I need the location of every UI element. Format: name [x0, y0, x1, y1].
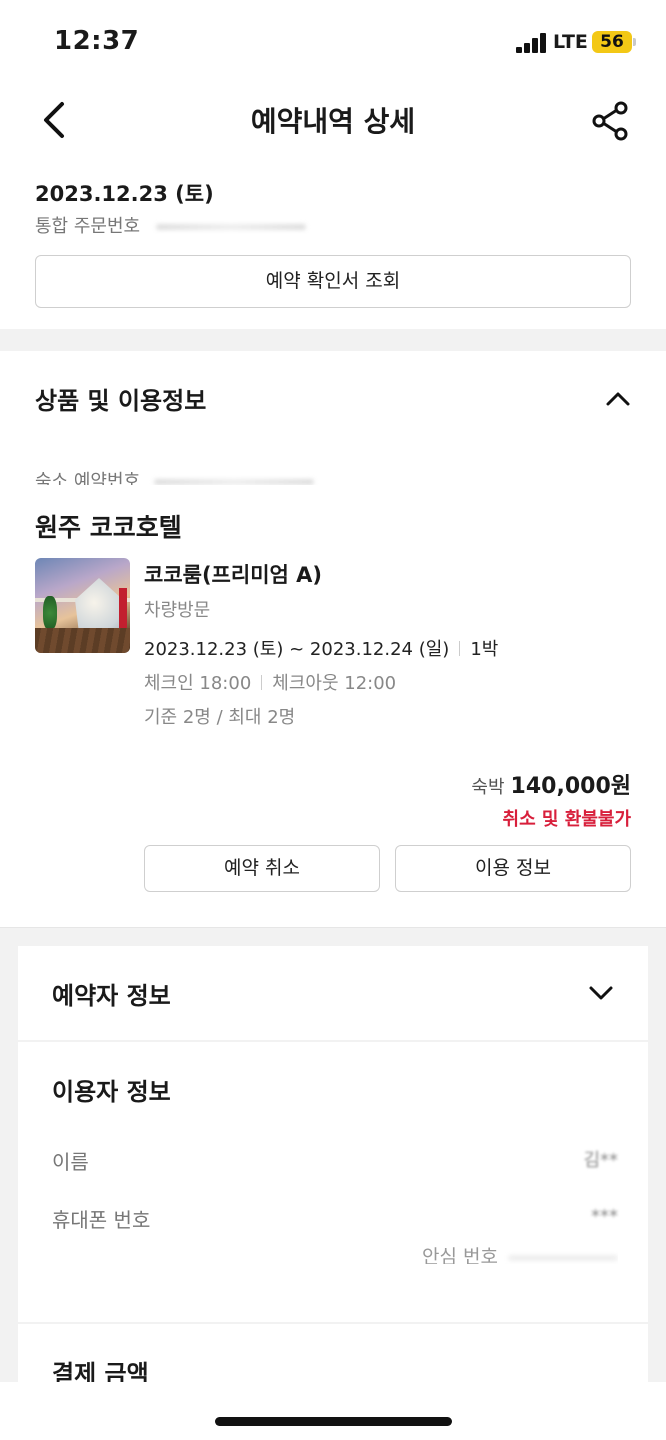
safe-number-label: 안심 번호 [422, 1246, 498, 1264]
status-bar: 12:37 LTE 56 [0, 0, 666, 86]
date-range: 2023.12.23 (토) ~ 2023.12.24 (일) [144, 639, 450, 660]
redacted-text [154, 479, 315, 485]
status-time: 12:37 [54, 26, 140, 56]
reserver-info-card[interactable]: 예약자 정보 [18, 946, 648, 1040]
separator [261, 675, 263, 690]
price-row: 숙박 140,000원 [471, 768, 631, 800]
battery-cap [633, 38, 636, 46]
room-name: 코코룸(프리미엄 A) [144, 563, 322, 587]
visit-type: 차량방문 [144, 600, 211, 621]
booking-date: 2023.12.23 (토) [35, 182, 214, 206]
back-button[interactable] [36, 100, 76, 140]
page-title: 예약내역 상세 [250, 105, 416, 138]
booking-id: 통합 주문번호 [35, 212, 315, 234]
name-label: 이름 [52, 1150, 89, 1174]
refund-policy: 취소 및 환불불가 [502, 809, 631, 830]
signal-icon [516, 33, 548, 53]
usage-info-button[interactable]: 이용 정보 [395, 845, 631, 892]
product-section-title: 상품 및 이용정보 [35, 387, 207, 415]
name-value: 김** [583, 1150, 618, 1171]
view-confirmation-button[interactable]: 예약 확인서 조회 [35, 255, 631, 308]
expand-toggle[interactable] [586, 978, 616, 1008]
price-label: 숙박 [471, 777, 505, 798]
check-out: 체크아웃 12:00 [272, 673, 397, 694]
check-in: 체크인 18:00 [144, 673, 252, 694]
hotel-name[interactable]: 원주 코코호텔 [35, 508, 182, 544]
share-button[interactable] [590, 100, 632, 142]
cancel-booking-button[interactable]: 예약 취소 [144, 845, 380, 892]
user-info-title: 이용자 정보 [52, 1078, 171, 1106]
reserver-info-title: 예약자 정보 [52, 982, 171, 1010]
nav-bar: 예약내역 상세 [0, 86, 666, 156]
collapse-toggle[interactable] [603, 384, 633, 414]
network-label: LTE [553, 31, 588, 53]
chevron-down-icon [589, 986, 613, 1000]
section-divider [0, 329, 666, 351]
separator [459, 641, 461, 656]
phone-label: 휴대폰 번호 [52, 1208, 151, 1232]
home-indicator[interactable] [215, 1417, 452, 1426]
user-info-card: 이용자 정보 이름 김** 휴대폰 번호 *** 안심 번호 [18, 1042, 648, 1322]
price-amount: 140,000원 [510, 774, 631, 799]
chevron-up-icon [606, 392, 630, 406]
stay-dates: 2023.12.23 (토) ~ 2023.12.24 (일) 1박 [144, 635, 498, 661]
booking-id-label: 통합 주문번호 [35, 216, 141, 234]
room-thumbnail[interactable] [35, 558, 130, 653]
home-indicator-area [0, 1382, 666, 1440]
safe-number: 안심 번호 [422, 1242, 618, 1264]
guest-capacity: 기준 2명 / 최대 2명 [144, 707, 296, 728]
battery-icon: 56 [592, 31, 632, 53]
accommodation-booking-id: 숙소 예약번호 [35, 467, 335, 485]
nights: 1박 [470, 639, 499, 660]
redacted-text [156, 224, 307, 230]
redacted-text [508, 1254, 618, 1261]
chevron-left-icon [44, 102, 64, 138]
accommodation-id-label: 숙소 예약번호 [35, 471, 141, 485]
share-icon [592, 101, 628, 141]
check-times: 체크인 18:00 체크아웃 12:00 [144, 669, 396, 695]
phone-value: *** [591, 1206, 618, 1227]
